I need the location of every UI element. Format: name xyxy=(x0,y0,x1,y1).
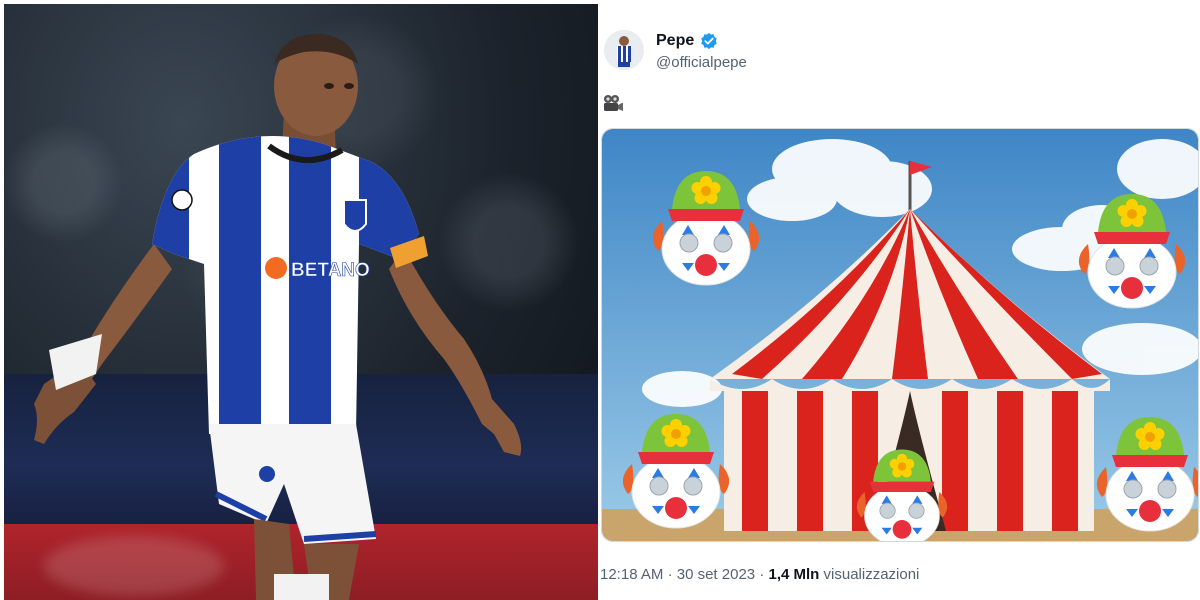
movie-camera-icon xyxy=(604,95,623,111)
tweet-date[interactable]: 30 set 2023 xyxy=(677,566,755,583)
player-figure: BETANO xyxy=(34,33,522,600)
tweet-time[interactable]: 12:18 AM xyxy=(600,566,663,583)
avatar[interactable] xyxy=(604,30,644,70)
meta-separator: · xyxy=(759,566,765,583)
display-name[interactable]: Pepe xyxy=(656,32,694,50)
user-handle[interactable]: @officialpepe xyxy=(656,54,747,71)
circus-tent-clowns-image xyxy=(602,129,1198,541)
views-label: visualizzazioni xyxy=(823,566,920,583)
tweet-media-image[interactable] xyxy=(601,128,1199,542)
views-count: 1,4 Mln xyxy=(768,566,820,583)
ucl-badge-icon xyxy=(171,189,193,211)
sock xyxy=(274,574,329,600)
tweet-meta: 12:18 AM · 30 set 2023 · 1,4 Mln visuali… xyxy=(600,566,919,583)
meta-separator: · xyxy=(667,566,673,583)
club-crest-icon xyxy=(343,199,367,232)
player-photo: BETANO xyxy=(4,4,598,600)
verified-badge-icon xyxy=(701,32,718,50)
shirt-sponsor-text: BETANO xyxy=(291,260,370,281)
tweet-card: Pepe @officialpepe 12:18 AM · 30 set 202… xyxy=(598,4,1200,600)
sponsor-logo-icon xyxy=(265,257,287,279)
